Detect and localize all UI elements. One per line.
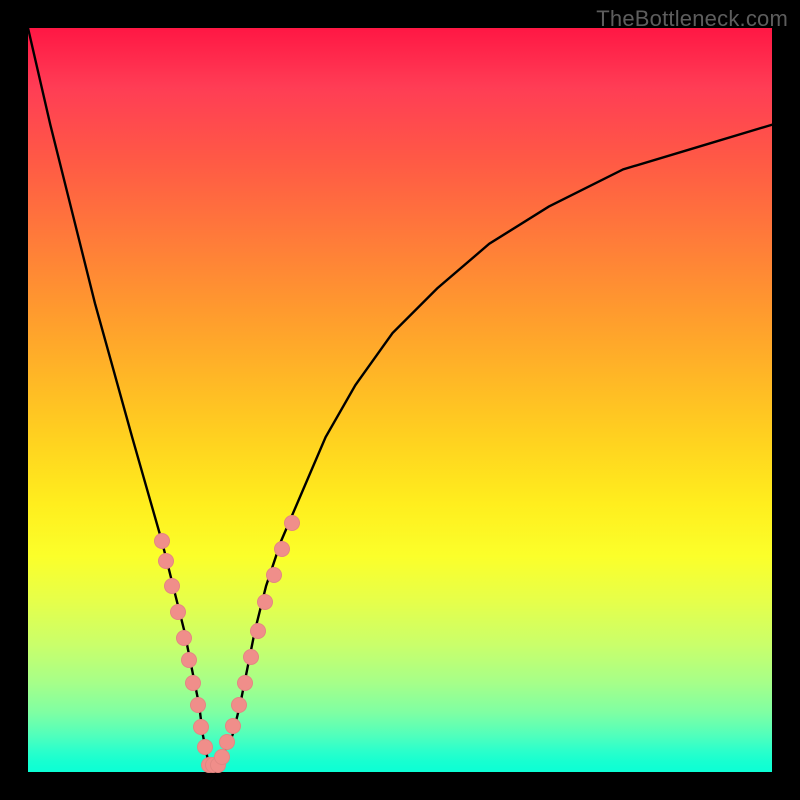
highlight-dot: [284, 515, 300, 531]
highlight-dot: [243, 649, 259, 665]
highlight-dot: [181, 652, 197, 668]
highlight-dot: [266, 567, 282, 583]
highlight-dot: [250, 623, 266, 639]
highlight-dot: [225, 718, 241, 734]
plot-area: [28, 28, 772, 772]
highlight-dot: [190, 697, 206, 713]
highlight-dot: [237, 675, 253, 691]
highlight-dot: [185, 675, 201, 691]
watermark-text: TheBottleneck.com: [596, 6, 788, 32]
highlight-dot: [231, 697, 247, 713]
v-curve-line: [28, 28, 772, 772]
chart-stage: TheBottleneck.com: [0, 0, 800, 800]
